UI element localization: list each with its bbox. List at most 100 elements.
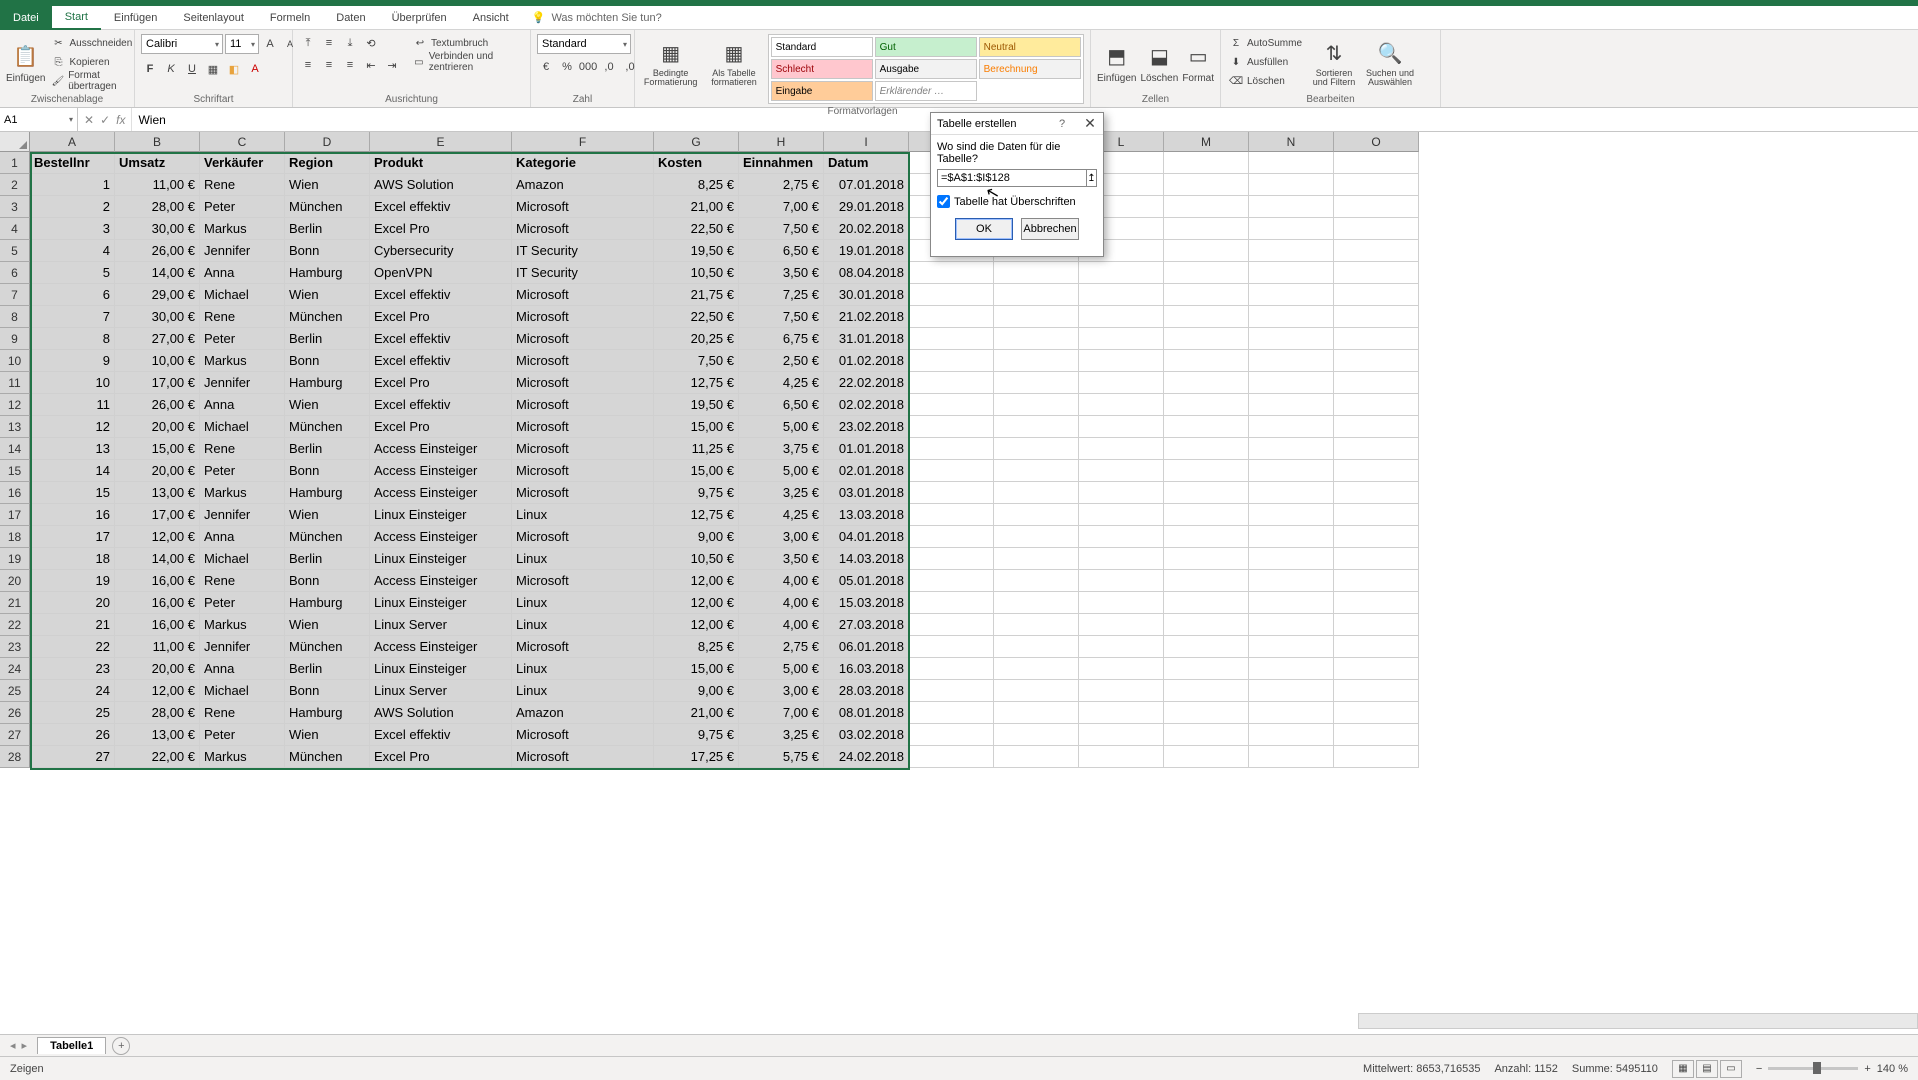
cell[interactable]: Michael xyxy=(200,548,285,570)
sort-filter-button[interactable]: ⇅Sortieren und Filtern xyxy=(1308,34,1360,92)
cell[interactable] xyxy=(1249,570,1334,592)
cell[interactable] xyxy=(1334,306,1419,328)
cell[interactable]: Anna xyxy=(200,658,285,680)
cell[interactable]: Rene xyxy=(200,570,285,592)
cell[interactable]: 1 xyxy=(30,174,115,196)
cell[interactable] xyxy=(1079,570,1164,592)
cell[interactable] xyxy=(909,592,994,614)
cell[interactable] xyxy=(994,504,1079,526)
cell[interactable]: 3,00 € xyxy=(739,680,824,702)
cell[interactable] xyxy=(1079,262,1164,284)
cell[interactable]: 20.02.2018 xyxy=(824,218,909,240)
cell[interactable]: Microsoft xyxy=(512,416,654,438)
cell[interactable]: Berlin xyxy=(285,438,370,460)
cell[interactable]: 15,00 € xyxy=(654,658,739,680)
style-neutral[interactable]: Neutral xyxy=(979,37,1081,57)
cell[interactable]: Linux Einsteiger xyxy=(370,548,512,570)
cell[interactable]: Wien xyxy=(285,724,370,746)
cell[interactable]: 28,00 € xyxy=(115,196,200,218)
cell[interactable]: Access Einsteiger xyxy=(370,482,512,504)
row-header[interactable]: 3 xyxy=(0,196,30,218)
cell[interactable] xyxy=(1334,328,1419,350)
cell[interactable]: 6,50 € xyxy=(739,394,824,416)
cell[interactable] xyxy=(1079,350,1164,372)
cell[interactable]: Microsoft xyxy=(512,328,654,350)
cell[interactable] xyxy=(1079,636,1164,658)
cell[interactable] xyxy=(1334,504,1419,526)
cell[interactable]: Linux xyxy=(512,504,654,526)
cell[interactable] xyxy=(1164,306,1249,328)
cell[interactable] xyxy=(1249,306,1334,328)
cell[interactable]: 14 xyxy=(30,460,115,482)
has-headers-checkbox[interactable]: Tabelle hat Überschriften xyxy=(937,195,1097,208)
cell[interactable] xyxy=(994,460,1079,482)
align-right-icon[interactable]: ≡ xyxy=(341,56,359,74)
cell[interactable] xyxy=(1079,526,1164,548)
fill-button[interactable]: ⬇Ausfüllen xyxy=(1227,53,1304,71)
cell[interactable]: 04.01.2018 xyxy=(824,526,909,548)
cell[interactable] xyxy=(1079,658,1164,680)
cell[interactable]: Bonn xyxy=(285,240,370,262)
cell[interactable]: 26,00 € xyxy=(115,240,200,262)
row-header[interactable]: 16 xyxy=(0,482,30,504)
row-header[interactable]: 28 xyxy=(0,746,30,768)
cell[interactable]: 9,75 € xyxy=(654,482,739,504)
cell[interactable]: Microsoft xyxy=(512,570,654,592)
cell[interactable]: Microsoft xyxy=(512,394,654,416)
row-header[interactable]: 10 xyxy=(0,350,30,372)
cell[interactable]: 12,00 € xyxy=(115,680,200,702)
copy-button[interactable]: ⎘Kopieren xyxy=(49,53,134,71)
row-header[interactable]: 22 xyxy=(0,614,30,636)
cell[interactable] xyxy=(1334,592,1419,614)
row-header[interactable]: 15 xyxy=(0,460,30,482)
cell[interactable]: 24.02.2018 xyxy=(824,746,909,768)
cell[interactable]: Rene xyxy=(200,174,285,196)
cell[interactable] xyxy=(1334,460,1419,482)
cell[interactable]: 16.03.2018 xyxy=(824,658,909,680)
cell[interactable]: Einnahmen xyxy=(739,152,824,174)
cell[interactable]: 13.03.2018 xyxy=(824,504,909,526)
cell[interactable] xyxy=(1164,614,1249,636)
cell[interactable] xyxy=(1334,702,1419,724)
cell[interactable]: 16,00 € xyxy=(115,570,200,592)
cell[interactable] xyxy=(1334,570,1419,592)
style-schlecht[interactable]: Schlecht xyxy=(771,59,873,79)
cell[interactable]: 27 xyxy=(30,746,115,768)
cell[interactable]: München xyxy=(285,196,370,218)
zoom-out-button[interactable]: − xyxy=(1756,1063,1762,1075)
cell[interactable] xyxy=(1164,724,1249,746)
cell[interactable]: Peter xyxy=(200,724,285,746)
cell[interactable]: 3 xyxy=(30,218,115,240)
tab-formulas[interactable]: Formeln xyxy=(257,6,323,30)
cell[interactable]: 16 xyxy=(30,504,115,526)
cell[interactable]: Excel effektiv xyxy=(370,284,512,306)
col-header-B[interactable]: B xyxy=(115,132,200,152)
cell[interactable] xyxy=(1164,152,1249,174)
tab-nav-last-icon[interactable]: ▸ xyxy=(22,1039,28,1052)
style-erklaerender[interactable]: Erklärender … xyxy=(875,81,977,101)
cell[interactable]: 14,00 € xyxy=(115,548,200,570)
tab-view[interactable]: Ansicht xyxy=(460,6,522,30)
cell[interactable]: Rene xyxy=(200,306,285,328)
cell[interactable]: 29,00 € xyxy=(115,284,200,306)
cell[interactable]: 10,50 € xyxy=(654,262,739,284)
cell[interactable]: 20,00 € xyxy=(115,658,200,680)
row-header[interactable]: 18 xyxy=(0,526,30,548)
cell[interactable]: Anna xyxy=(200,262,285,284)
cell[interactable] xyxy=(1079,416,1164,438)
paste-button[interactable]: 📋Einfügen xyxy=(6,34,45,92)
cell[interactable]: 27.03.2018 xyxy=(824,614,909,636)
cell[interactable]: Microsoft xyxy=(512,526,654,548)
cell[interactable]: Umsatz xyxy=(115,152,200,174)
cell[interactable] xyxy=(1249,240,1334,262)
cell[interactable] xyxy=(1079,614,1164,636)
cell[interactable]: 02.02.2018 xyxy=(824,394,909,416)
cell[interactable]: 11,00 € xyxy=(115,636,200,658)
cell[interactable] xyxy=(1334,372,1419,394)
cell[interactable]: Excel effektiv xyxy=(370,196,512,218)
cell[interactable]: Produkt xyxy=(370,152,512,174)
cell[interactable]: 13,00 € xyxy=(115,482,200,504)
cell[interactable] xyxy=(994,592,1079,614)
cell[interactable]: Rene xyxy=(200,702,285,724)
underline-button[interactable]: U xyxy=(183,60,201,78)
